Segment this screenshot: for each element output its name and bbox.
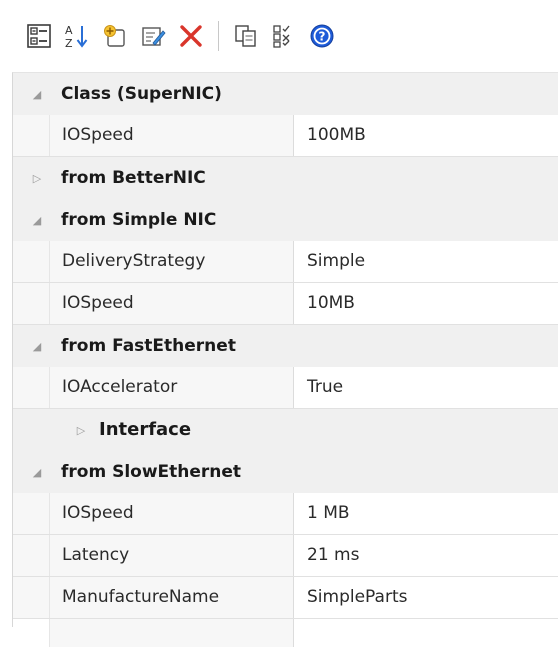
category-row[interactable]: ◢ from SlowEthernet [13,451,558,493]
empty-value-cell [294,619,558,647]
svg-text:Z: Z [65,37,73,49]
expand-triangle-icon[interactable]: ▷ [13,157,61,199]
property-name: Latency [49,535,294,576]
svg-text:A: A [65,24,73,37]
property-name: IOAccelerator [49,367,294,408]
copy-icon[interactable] [231,21,261,51]
collapse-triangle-icon[interactable]: ◢ [13,199,61,241]
property-row[interactable]: Latency 21 ms [13,535,558,577]
alphabetical-sort-icon[interactable]: A Z [62,21,92,51]
help-icon[interactable]: ? [307,21,337,51]
property-name: DeliveryStrategy [49,241,294,282]
property-row[interactable]: ManufactureName SimpleParts [13,577,558,619]
property-value[interactable]: 1 MB [294,493,558,534]
subgroup-row[interactable]: ▷ Interface [13,409,558,451]
collapse-triangle-icon[interactable]: ◢ [13,451,61,493]
property-name: ManufactureName [49,577,294,618]
property-name: IOSpeed [49,493,294,534]
delete-icon[interactable] [176,21,206,51]
category-label: from Simple NIC [61,210,217,230]
empty-name-cell [49,619,294,647]
categorized-view-icon[interactable] [24,21,54,51]
property-row[interactable]: IOAccelerator True [13,367,558,409]
property-row[interactable]: IOSpeed 10MB [13,283,558,325]
empty-row [13,619,558,647]
collapse-triangle-icon[interactable]: ◢ [13,325,61,367]
new-property-icon[interactable] [100,21,130,51]
property-name: IOSpeed [49,115,294,156]
subgroup-label: Interface [99,419,192,440]
property-value[interactable]: 21 ms [294,535,558,576]
category-row[interactable]: ◢ Class (SuperNIC) [13,73,558,115]
edit-property-icon[interactable] [138,21,168,51]
filter-icon[interactable] [269,21,299,51]
property-row[interactable]: IOSpeed 100MB [13,115,558,157]
property-value[interactable]: 10MB [294,283,558,324]
category-label: from SlowEthernet [61,462,242,482]
property-grid: ◢ Class (SuperNIC) IOSpeed 100MB ▷ from … [12,72,558,647]
expand-triangle-icon[interactable]: ▷ [61,409,101,451]
category-label: from BetterNIC [61,168,206,188]
toolbar: A Z ? [0,0,558,72]
property-row[interactable]: DeliveryStrategy Simple [13,241,558,283]
category-label: from FastEthernet [61,336,236,356]
category-row[interactable]: ▷ from BetterNIC [13,157,558,199]
category-row[interactable]: ◢ from Simple NIC [13,199,558,241]
property-value[interactable]: SimpleParts [294,577,558,618]
svg-text:?: ? [319,30,326,44]
toolbar-separator [218,21,219,51]
category-label: Class (SuperNIC) [61,84,222,104]
property-value[interactable]: 100MB [294,115,558,156]
property-value[interactable]: Simple [294,241,558,282]
property-name: IOSpeed [49,283,294,324]
property-row[interactable]: IOSpeed 1 MB [13,493,558,535]
collapse-triangle-icon[interactable]: ◢ [13,73,61,115]
category-row[interactable]: ◢ from FastEthernet [13,325,558,367]
property-value[interactable]: True [294,367,558,408]
